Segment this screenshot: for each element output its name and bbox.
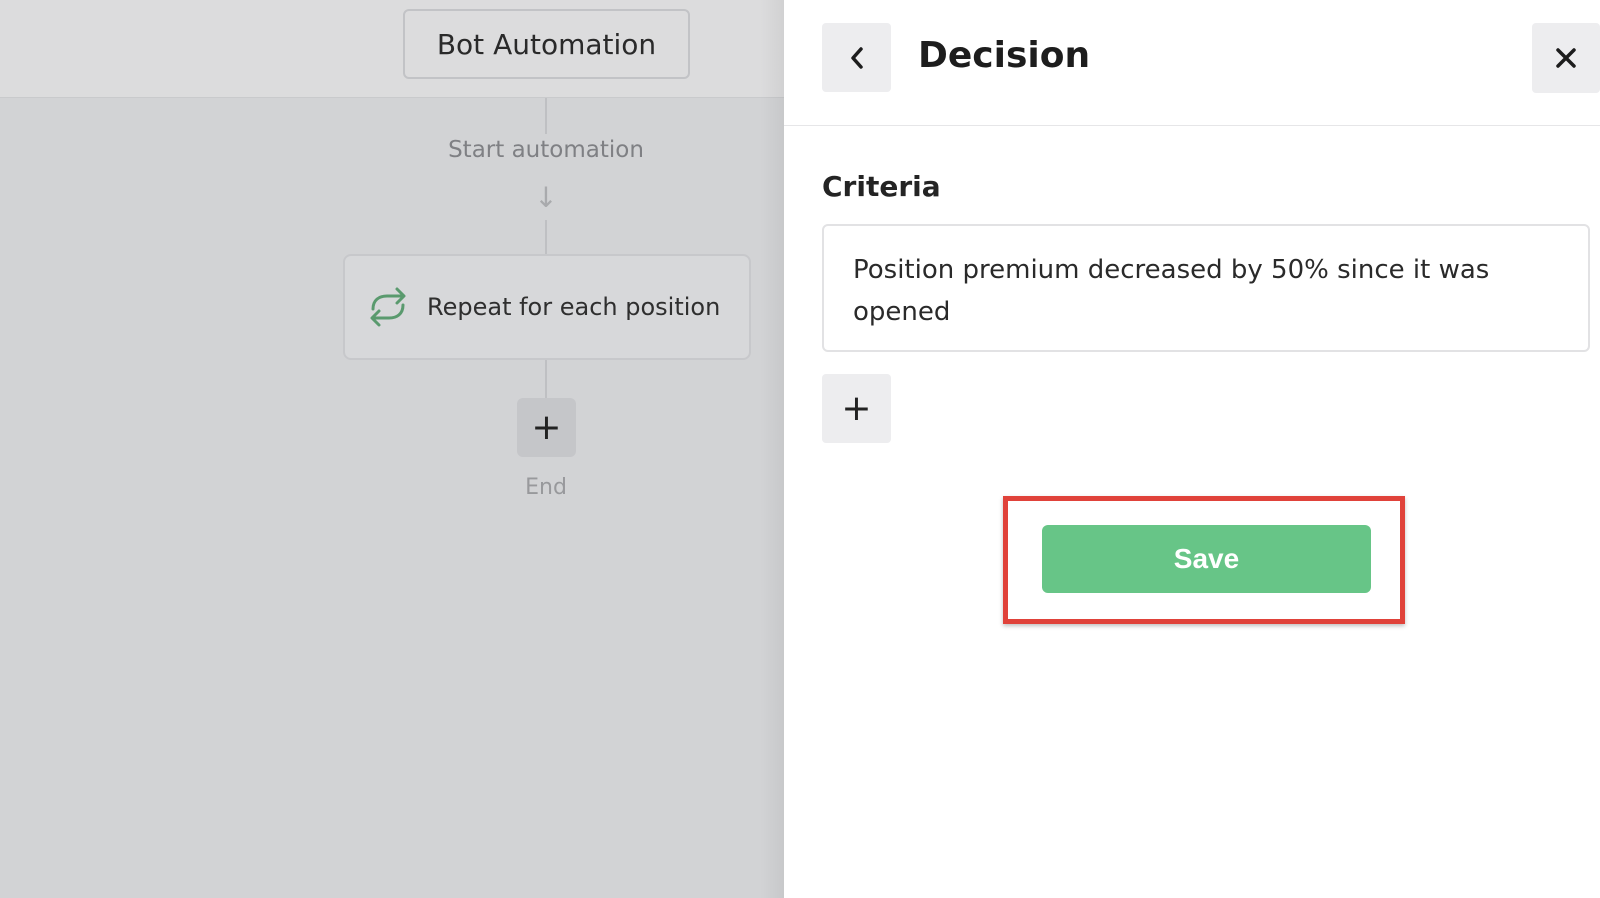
connector-line bbox=[545, 360, 547, 398]
close-icon bbox=[1556, 48, 1576, 68]
arrow-down-icon: ↓ bbox=[534, 181, 558, 214]
back-button[interactable] bbox=[822, 23, 891, 92]
add-criteria-button[interactable]: + bbox=[822, 374, 891, 443]
connector-line bbox=[545, 220, 547, 254]
criteria-label: Criteria bbox=[822, 170, 941, 203]
start-automation-label: Start automation bbox=[448, 137, 644, 163]
save-button[interactable]: Save bbox=[1042, 525, 1371, 593]
panel-title: Decision bbox=[918, 35, 1091, 76]
repeat-step-card[interactable]: Repeat for each position bbox=[343, 254, 751, 360]
decision-panel: Decision Criteria Position premium decre… bbox=[784, 0, 1600, 898]
end-label: End bbox=[525, 475, 567, 500]
connector-line bbox=[545, 98, 547, 134]
canvas-header: Bot Automation bbox=[0, 0, 784, 98]
panel-header: Decision bbox=[784, 0, 1600, 126]
chevron-left-icon bbox=[850, 46, 863, 69]
close-button[interactable] bbox=[1532, 23, 1600, 93]
add-step-button[interactable]: + bbox=[517, 398, 576, 457]
bot-automation-button[interactable]: Bot Automation bbox=[403, 9, 690, 79]
repeat-step-label: Repeat for each position bbox=[427, 293, 721, 321]
panel-shadow bbox=[760, 0, 784, 898]
automation-canvas: Bot Automation Start automation ↓ Repeat… bbox=[0, 0, 784, 898]
repeat-icon bbox=[370, 287, 406, 327]
criteria-field[interactable]: Position premium decreased by 50% since … bbox=[822, 224, 1590, 352]
